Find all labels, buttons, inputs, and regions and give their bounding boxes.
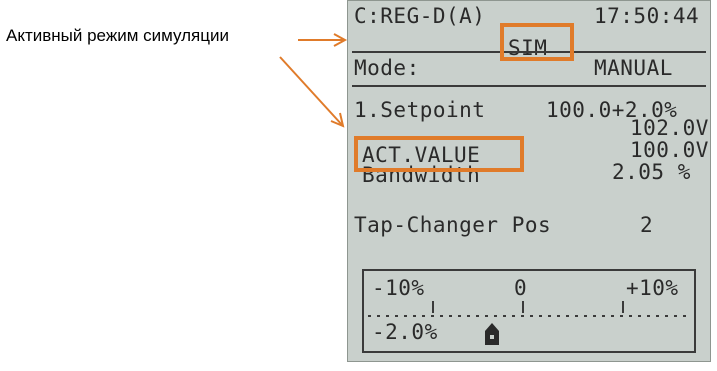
tap-changer-value: 2 bbox=[640, 213, 654, 237]
mode-label: Mode: bbox=[354, 56, 420, 80]
sim-highlight-box bbox=[500, 23, 574, 61]
act-value: 100.0V bbox=[630, 138, 709, 162]
mode-value: MANUAL bbox=[594, 56, 673, 80]
scale-dots bbox=[368, 315, 690, 317]
scale-tick bbox=[522, 301, 524, 313]
scale-tick bbox=[622, 301, 624, 313]
scale-mid-label: 0 bbox=[514, 276, 528, 300]
tap-changer-label: Tap-Changer Pos bbox=[354, 213, 552, 237]
scale-max-label: +10% bbox=[626, 276, 679, 300]
scale-current-value: -2.0% bbox=[372, 320, 438, 344]
arrow-icon bbox=[279, 56, 344, 127]
scale-tick bbox=[432, 301, 434, 313]
device-title: C:REG-D(A) bbox=[354, 4, 486, 28]
bandwidth-value: 2.05 % bbox=[612, 160, 691, 184]
scale-min-label: -10% bbox=[372, 276, 425, 300]
pointer-marker-icon bbox=[485, 323, 499, 345]
setpoint-voltage: 102.0V bbox=[630, 116, 709, 140]
act-value-highlight-box bbox=[354, 136, 524, 172]
lcd-display: C:REG-D(A) 17:50:44 SIM Mode: MANUAL 1.S… bbox=[347, 0, 711, 362]
setpoint-label: 1.Setpoint bbox=[354, 98, 486, 122]
position-scale: -10% 0 +10% -2.0% bbox=[362, 269, 696, 353]
clock-time: 17:50:44 bbox=[594, 4, 700, 28]
divider bbox=[352, 85, 706, 87]
